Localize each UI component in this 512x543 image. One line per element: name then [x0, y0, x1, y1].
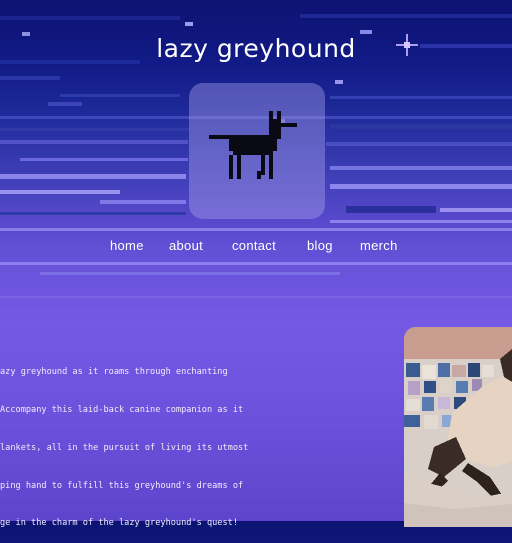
greyhound-photo[interactable] — [404, 327, 512, 527]
nav-blog[interactable]: blog — [307, 238, 333, 253]
intro-line: Accompany this laid-back canine companio… — [0, 404, 244, 415]
site-title[interactable]: lazy greyhound — [0, 34, 512, 63]
sparkle-icon — [396, 34, 418, 56]
pixel-greyhound-icon — [209, 111, 297, 179]
nav-contact[interactable]: contact — [232, 238, 276, 253]
main-nav: home about contact blog merch — [0, 238, 512, 258]
intro-text: azy greyhound as it roams through enchan… — [0, 341, 260, 543]
intro-line: ge in the charm of the lazy greyhound's … — [0, 518, 238, 529]
greyhound-photo-image — [404, 327, 512, 527]
nav-about[interactable]: about — [169, 238, 203, 253]
intro-line: azy greyhound as it roams through enchan… — [0, 367, 228, 378]
nav-home[interactable]: home — [110, 238, 144, 253]
intro-line: ping hand to fulfill this greyhound's dr… — [0, 480, 244, 491]
intro-line: lankets, all in the pursuit of living it… — [0, 442, 249, 453]
logo-card[interactable] — [189, 83, 325, 219]
nav-merch[interactable]: merch — [360, 238, 398, 253]
